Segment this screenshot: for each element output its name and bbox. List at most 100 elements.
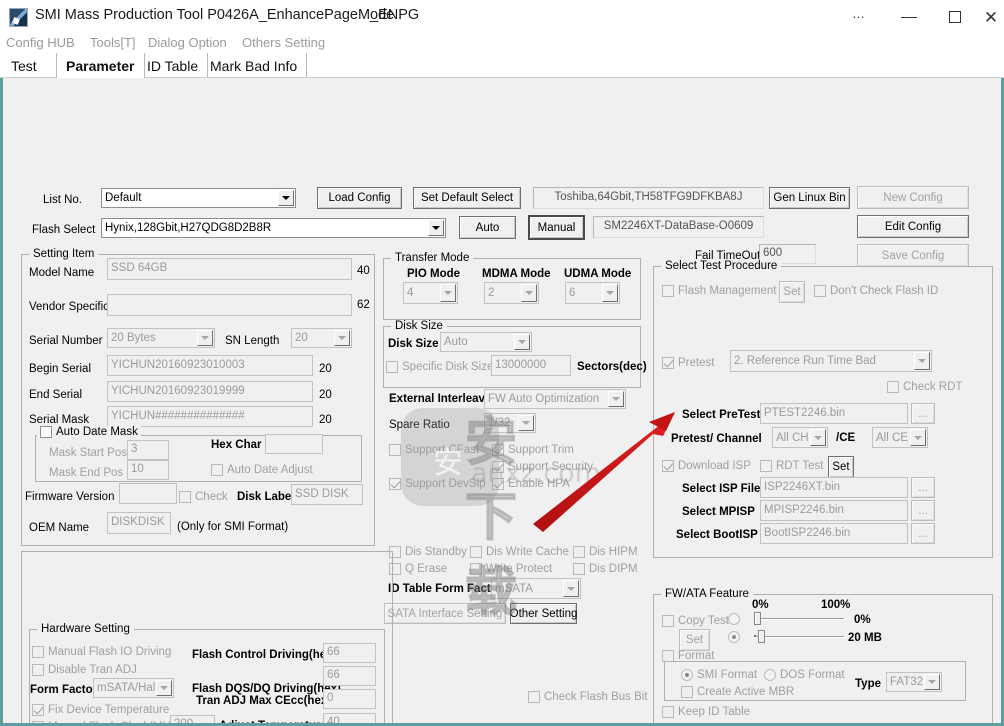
- application-window: SMI Mass Production Tool P0426A_EnhanceP…: [0, 0, 1004, 726]
- maximize-button[interactable]: [932, 0, 978, 34]
- menu-config-hub[interactable]: Config HUB: [6, 35, 75, 50]
- checkbox-icon: [32, 664, 44, 676]
- hex-char-field: [265, 434, 323, 454]
- ce-label: /CE: [836, 432, 856, 444]
- chevron-down-icon: [440, 284, 456, 302]
- minimize-button[interactable]: [886, 0, 932, 34]
- edit-config-button[interactable]: Edit Config: [857, 215, 969, 238]
- disk-size-combo: Auto: [440, 332, 532, 352]
- slider-thumb[interactable]: [754, 612, 761, 625]
- vendor-specific-field: [107, 294, 352, 316]
- form-factor-combo: mSATA/HalfS: [93, 678, 174, 698]
- menu-bar: Config HUB Tools[T] Dialog Option Others…: [0, 33, 1004, 53]
- pio-mode-label: PIO Mode: [407, 268, 461, 280]
- load-config-button[interactable]: Load Config: [317, 187, 402, 209]
- chevron-down-icon[interactable]: [278, 190, 294, 206]
- copy-test-slider-2[interactable]: [754, 630, 844, 644]
- checkbox-icon: [662, 615, 674, 627]
- oem-name-label: OEM Name: [29, 522, 90, 534]
- list-no-combo[interactable]: Default: [101, 188, 296, 208]
- menu-tools[interactable]: Tools[T]: [90, 35, 136, 50]
- sn-length-label: SN Length: [225, 335, 280, 347]
- keep-id-table-checkbox: Keep ID Table: [662, 706, 750, 718]
- oem-name-field: DISKDISK: [107, 512, 171, 534]
- format-type-combo: FAT32: [886, 672, 942, 692]
- auto-date-mask-checkbox[interactable]: Auto Date Mask: [37, 426, 141, 438]
- chevron-down-icon: [910, 429, 926, 446]
- dont-check-flash-id-checkbox: Don't Check Flash ID: [814, 285, 938, 297]
- chevron-down-icon: [924, 674, 940, 690]
- checkbox-icon: [573, 546, 585, 558]
- menu-others-setting[interactable]: Others Setting: [242, 35, 325, 50]
- checkbox-icon: [814, 285, 826, 297]
- checkbox-icon: [470, 563, 482, 575]
- model-name-label: Model Name: [29, 267, 95, 279]
- gen-linux-bin-button[interactable]: Gen Linux Bin: [769, 187, 850, 209]
- begin-serial-label: Begin Serial: [29, 363, 92, 375]
- checkbox-icon: [40, 426, 52, 438]
- end-serial-field: YICHUN20160923019999: [107, 381, 313, 402]
- format-type-label: Type: [855, 678, 881, 690]
- pretest-checkbox: Pretest: [662, 357, 714, 369]
- select-isp-file-browse-button: ...: [911, 477, 935, 498]
- new-config-button: New Config: [857, 186, 969, 209]
- transfer-mode-caption: Transfer Mode: [391, 252, 474, 264]
- close-icon: ✕: [983, 7, 999, 27]
- select-pretest-browse-button: ...: [911, 403, 935, 424]
- serial-number-combo: 20 Bytes: [107, 328, 215, 348]
- serial-number-label: Serial Number: [29, 335, 103, 347]
- specific-disk-size-checkbox: Specific Disk Size: [386, 361, 493, 373]
- copy-test-radio-2: [728, 631, 744, 643]
- tab-parameter[interactable]: Parameter: [56, 53, 145, 78]
- set-default-select-button[interactable]: Set Default Select: [413, 187, 521, 209]
- manual-button[interactable]: Manual: [528, 215, 585, 240]
- copy-test-checkbox: Copy Test: [662, 615, 729, 627]
- dos-format-radio: DOS Format: [764, 669, 845, 681]
- begin-serial-length: 20: [319, 363, 332, 375]
- chevron-down-icon[interactable]: [428, 220, 444, 236]
- chevron-down-icon: [563, 580, 579, 597]
- slider-track: [754, 618, 844, 620]
- pio-mode-combo: 4: [403, 282, 458, 304]
- checkbox-icon: [32, 704, 44, 716]
- more-button[interactable]: …: [836, 0, 882, 34]
- udma-mode-combo: 6: [565, 282, 620, 304]
- flash-select-combo[interactable]: Hynix,128Gbit,H27QDG8D2B8R: [101, 218, 446, 238]
- support-devslp-checkbox: Support DevSlp: [389, 478, 486, 490]
- other-setting-button[interactable]: Other Setting: [510, 603, 577, 624]
- specific-disk-size-field: 13000000: [491, 355, 571, 376]
- checkbox-icon: [681, 686, 693, 698]
- auto-button[interactable]: Auto: [459, 216, 516, 239]
- udma-mode-label: UDMA Mode: [564, 268, 632, 280]
- tab-test[interactable]: Test: [2, 53, 46, 78]
- checkbox-icon: [662, 285, 674, 297]
- chevron-down-icon: [810, 429, 826, 446]
- vendor-specific-length: 62: [357, 299, 370, 311]
- radio-icon: [728, 631, 740, 643]
- slider-thumb[interactable]: [758, 630, 765, 643]
- checkbox-icon: [887, 381, 899, 393]
- tab-mark-bad-info[interactable]: Mark Bad Info: [201, 53, 308, 78]
- menu-dialog-option[interactable]: Dialog Option: [148, 35, 227, 50]
- checkbox-icon: [32, 721, 44, 723]
- disk-size-caption: Disk Size: [391, 320, 447, 332]
- select-pretest-field: PTEST2246.bin: [760, 403, 908, 424]
- tab-strip: Test Parameter ID Table Mark Bad Info: [0, 52, 1004, 78]
- checkbox-icon: [386, 361, 398, 373]
- window-title: SMI Mass Production Tool P0426A_EnhanceP…: [35, 7, 395, 23]
- sn-length-value: 20: [295, 332, 308, 344]
- pretest-channel-combo: All CH: [772, 427, 828, 448]
- smi-format-radio: SMI Format: [681, 669, 757, 681]
- create-active-mbr-checkbox: Create Active MBR: [681, 686, 794, 698]
- dis-dipm-checkbox: Dis DIPM: [573, 563, 638, 575]
- tab-id-table[interactable]: ID Table: [138, 53, 209, 78]
- flash-management-checkbox: Flash Management: [662, 285, 776, 297]
- chevron-down-icon: [521, 284, 537, 302]
- rdt-set-button[interactable]: Set: [828, 456, 854, 478]
- window-title-suffix: _ENPG: [370, 7, 420, 23]
- slider-2-value: 20 MB: [848, 632, 882, 644]
- copy-test-slider-1[interactable]: [754, 612, 844, 626]
- close-button[interactable]: ✕: [978, 0, 1004, 34]
- slider-min-label: 0%: [752, 599, 769, 611]
- disable-tran-adj-checkbox: Disable Tran ADJ: [32, 664, 137, 676]
